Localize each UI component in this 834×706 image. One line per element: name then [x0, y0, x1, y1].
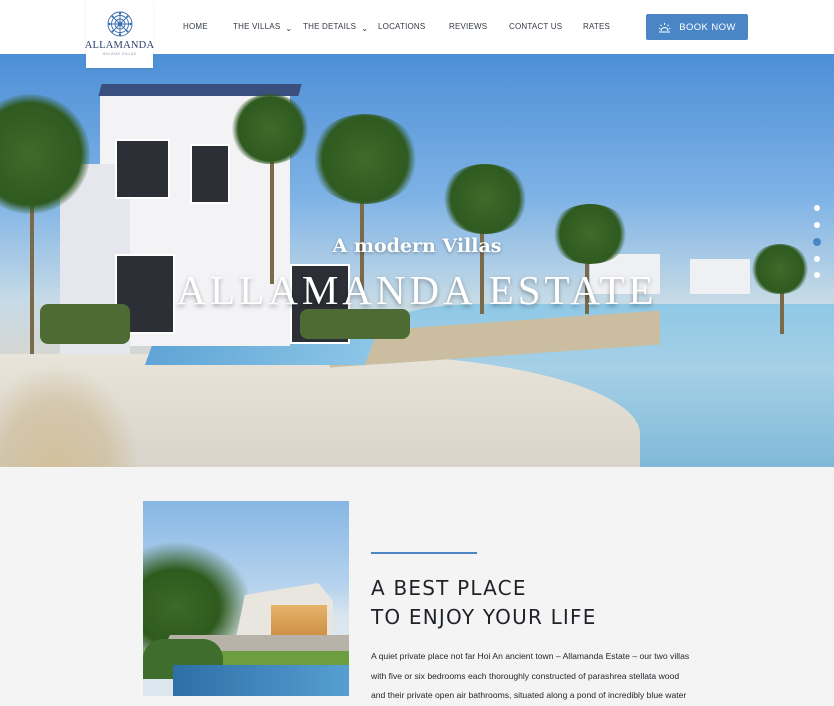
about-paragraph-line: with five or six bedrooms each thoroughl… — [371, 670, 680, 681]
slider-dot-1[interactable] — [814, 205, 820, 211]
mandala-logo-icon — [107, 11, 132, 37]
sunrise-icon — [658, 22, 671, 32]
nav-home-label: HOME — [183, 22, 208, 31]
site-header: ALLAMANDA HOLIDAY VILLAS HOME THE VILLAS… — [0, 0, 834, 68]
section-divider — [371, 552, 477, 554]
dune-grass — [0, 364, 140, 467]
chevron-down-icon: ⌄ — [285, 24, 293, 33]
nav-the-villas[interactable]: THE VILLAS ⌄ — [233, 22, 293, 33]
villa-photo — [143, 501, 349, 696]
logo-wordmark: ALLAMANDA — [84, 40, 155, 51]
nav-locations[interactable]: LOCATIONS — [378, 22, 425, 31]
nav-rates-label: RATES — [583, 22, 611, 31]
nav-the-details-label: THE DETAILS — [303, 22, 357, 31]
nav-rates[interactable]: RATES — [583, 22, 610, 31]
nav-contact-us-label: CONTACT US — [509, 22, 563, 31]
about-heading-line-2: TO ENJOY YOUR LIFE — [371, 605, 597, 629]
logo-tagline: HOLIDAY VILLAS — [102, 52, 137, 56]
nav-reviews-label: REVIEWS — [449, 22, 488, 31]
nav-the-details[interactable]: THE DETAILS ⌄ — [303, 22, 369, 33]
nav-contact-us[interactable]: CONTACT US — [509, 22, 562, 31]
slider-dot-4[interactable] — [814, 256, 820, 262]
slider-dot-2[interactable] — [814, 222, 820, 228]
about-heading-line-1: A BEST PLACE — [371, 576, 527, 600]
nav-the-villas-label: THE VILLAS — [233, 22, 281, 31]
chevron-down-icon: ⌄ — [361, 24, 369, 33]
nav-locations-label: LOCATIONS — [378, 22, 426, 31]
site-logo[interactable]: ALLAMANDA HOLIDAY VILLAS — [84, 0, 155, 68]
nav-reviews[interactable]: REVIEWS — [449, 22, 487, 31]
about-section: A BEST PLACE TO ENJOY YOUR LIFE A quiet … — [0, 467, 834, 700]
hero-title: ALLAMANDA ESTATE — [176, 267, 658, 313]
slider-dot-5[interactable] — [814, 272, 820, 278]
book-now-button[interactable]: BOOK NOW — [646, 14, 748, 40]
book-now-label: BOOK NOW — [679, 21, 736, 33]
slider-dot-3-active[interactable] — [813, 238, 821, 246]
about-paragraph: A quiet private place not far Hoi An anc… — [371, 647, 701, 706]
hero-banner: A modern Villas ALLAMANDA ESTATE — [0, 54, 834, 467]
nav-home[interactable]: HOME — [183, 22, 208, 31]
hero-subtitle: A modern Villas — [332, 235, 502, 257]
about-heading: A BEST PLACE TO ENJOY YOUR LIFE — [371, 574, 597, 632]
about-paragraph-line: A quiet private place not far Hoi An anc… — [371, 651, 690, 661]
hero-photo — [0, 54, 834, 467]
